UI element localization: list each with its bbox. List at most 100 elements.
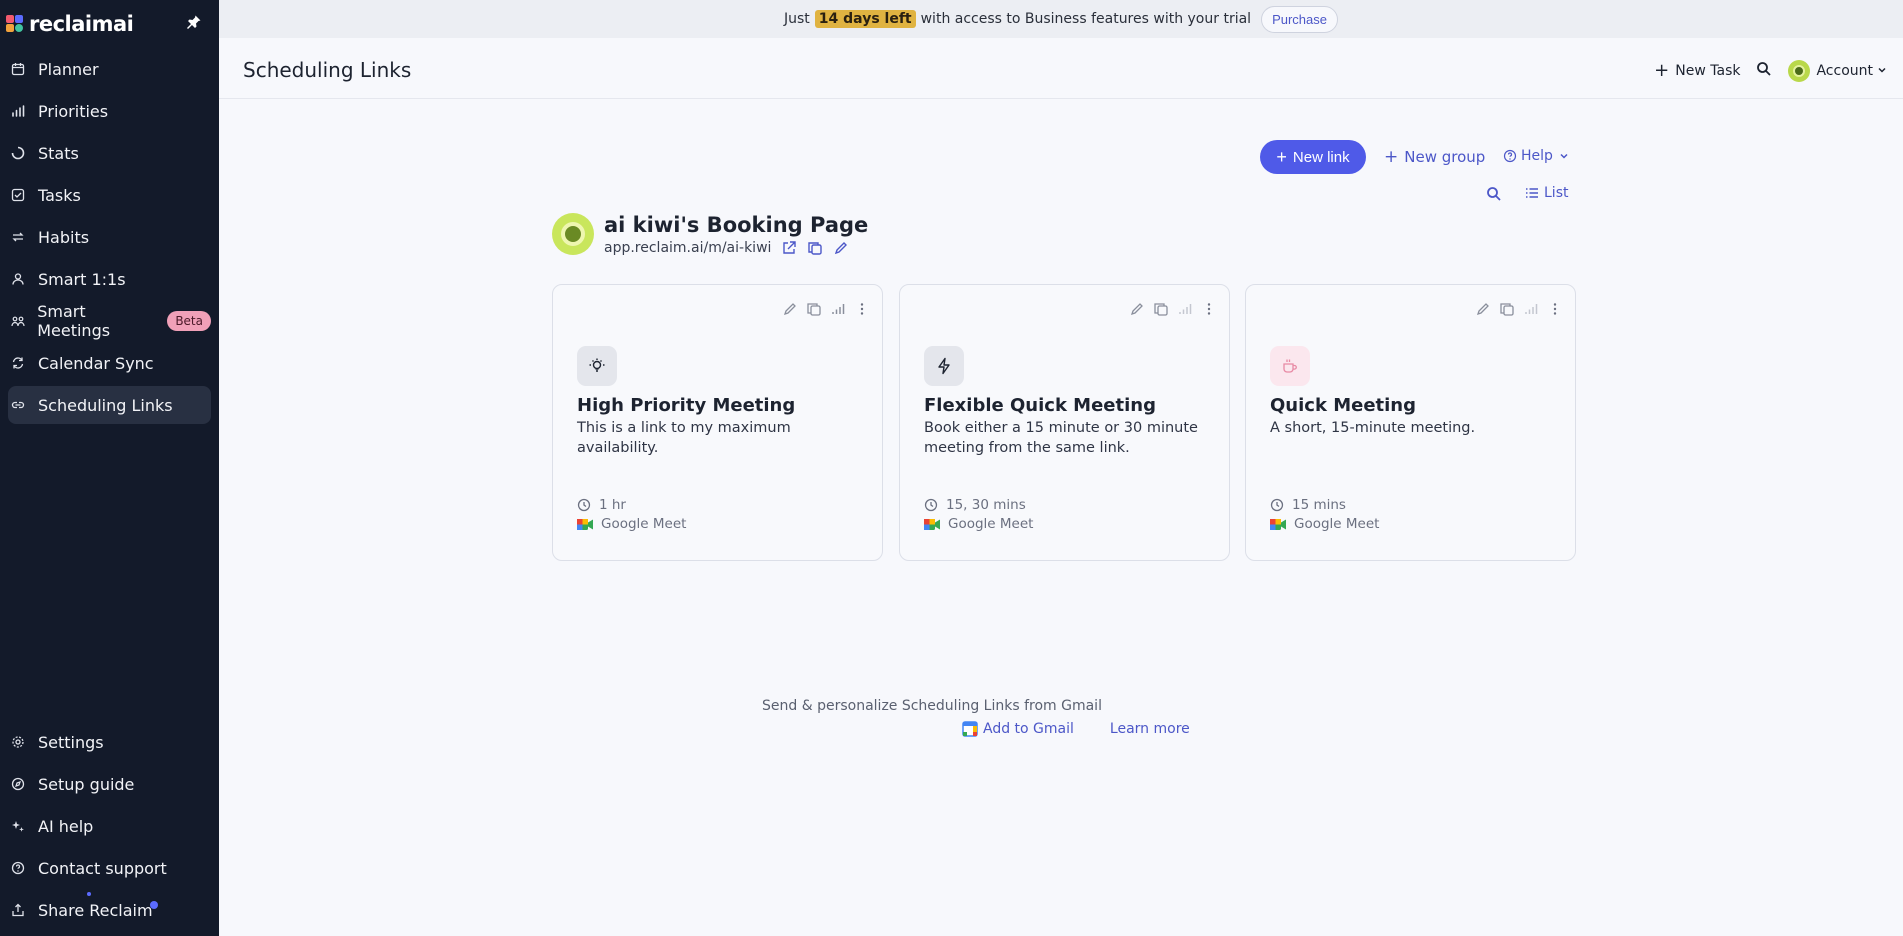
- external-link-icon[interactable]: [781, 240, 797, 256]
- new-task-label: New Task: [1675, 63, 1741, 79]
- edit-icon[interactable]: [1475, 301, 1491, 317]
- copy-icon[interactable]: [1153, 301, 1169, 317]
- card-description: Book either a 15 minute or 30 minute mee…: [924, 420, 1198, 456]
- plus-icon: +: [1276, 147, 1287, 167]
- group-icon: [10, 313, 25, 329]
- search-button[interactable]: [1756, 61, 1772, 81]
- bar-chart-icon: [10, 103, 26, 119]
- sidebar-nav: Planner Priorities Stats Tasks Habits Sm…: [0, 50, 219, 428]
- booking-url-row: app.reclaim.ai/m/ai-kiwi: [604, 240, 849, 256]
- plus-icon: +: [1384, 147, 1399, 167]
- more-options-icon[interactable]: [854, 301, 870, 317]
- sidebar-item-label: Settings: [38, 732, 104, 752]
- brand[interactable]: reclaimai: [6, 12, 134, 36]
- account-menu[interactable]: Account: [1788, 60, 1887, 82]
- sidebar-item-label: Stats: [38, 143, 79, 163]
- card-title: Quick Meeting: [1270, 395, 1416, 416]
- sidebar-item-contact-support[interactable]: Contact support: [8, 849, 211, 887]
- clock-icon: [577, 498, 591, 512]
- new-group-button[interactable]: + New group: [1384, 148, 1485, 166]
- trial-banner: Just 14 days left with access to Busines…: [219, 0, 1903, 38]
- google-calendar-icon: [962, 721, 978, 737]
- repeat-icon: [10, 229, 26, 245]
- gmail-promo-text: Send & personalize Scheduling Links from…: [762, 698, 1102, 714]
- search-icon: [1756, 61, 1772, 81]
- sidebar-item-label: AI help: [38, 816, 94, 836]
- card-duration: 15, 30 mins: [924, 497, 1026, 513]
- booking-url: app.reclaim.ai/m/ai-kiwi: [604, 240, 772, 256]
- sidebar-item-label: Smart Meetings: [37, 302, 111, 340]
- add-to-gmail-link[interactable]: Add to Gmail: [962, 721, 1092, 737]
- card-toolbar: [1121, 301, 1217, 317]
- sidebar-item-ai-help[interactable]: AI help: [8, 807, 211, 845]
- lightning-icon: [924, 346, 964, 386]
- sidebar-item-label: Tasks: [38, 185, 81, 205]
- checkbox-icon: [10, 187, 26, 203]
- clock-icon: [924, 498, 938, 512]
- new-link-button[interactable]: + New link: [1260, 140, 1366, 174]
- sidebar-item-scheduling-links[interactable]: Scheduling Links: [8, 386, 211, 424]
- card-duration: 15 mins: [1270, 497, 1346, 513]
- list-icon: [1525, 186, 1539, 200]
- sidebar-item-share-reclaim[interactable]: Share Reclaim: [8, 891, 211, 929]
- avatar: [1788, 60, 1811, 82]
- link-card-quick[interactable]: Quick Meeting A short, 15-minute meeting…: [1245, 284, 1576, 561]
- link-card-flexible-quick[interactable]: Flexible Quick Meeting Book either a 15 …: [899, 284, 1230, 561]
- link-card-high-priority[interactable]: High Priority Meeting This is a link to …: [552, 284, 883, 561]
- compass-icon: [10, 776, 26, 792]
- header-actions: + New Task Account: [1638, 60, 1887, 82]
- list-view-toggle[interactable]: List: [1525, 185, 1568, 201]
- platform-label: Google Meet: [948, 516, 1034, 532]
- banner-text-pre: Just: [784, 11, 810, 27]
- sidebar-item-smart-meetings[interactable]: Smart Meetings Beta: [8, 302, 211, 340]
- more-options-icon[interactable]: [1201, 301, 1217, 317]
- sidebar-item-tasks[interactable]: Tasks: [8, 176, 211, 214]
- edit-icon[interactable]: [782, 301, 798, 317]
- notification-dot: [150, 901, 158, 909]
- booking-avatar: [552, 213, 594, 255]
- stats-icon[interactable]: [1177, 301, 1193, 317]
- account-label: Account: [1816, 63, 1873, 79]
- sidebar-item-label: Contact support: [38, 858, 167, 878]
- help-menu[interactable]: Help: [1503, 148, 1569, 164]
- sidebar-item-habits[interactable]: Habits: [8, 218, 211, 256]
- link-icon: [10, 397, 26, 413]
- card-toolbar: [1467, 301, 1563, 317]
- copy-icon[interactable]: [807, 240, 823, 256]
- sidebar-item-label: Priorities: [38, 101, 109, 121]
- chevron-down-icon: [1559, 151, 1569, 161]
- copy-icon[interactable]: [1499, 301, 1515, 317]
- card-platform: Google Meet: [1270, 516, 1379, 532]
- purchase-button[interactable]: Purchase: [1261, 5, 1338, 33]
- card-title: Flexible Quick Meeting: [924, 395, 1156, 416]
- duration-label: 15, 30 mins: [946, 497, 1026, 513]
- pin-icon[interactable]: [186, 14, 202, 30]
- sidebar-item-label: Setup guide: [38, 774, 135, 794]
- google-meet-icon: [924, 518, 940, 531]
- edit-icon[interactable]: [1129, 301, 1145, 317]
- duration-label: 15 mins: [1292, 497, 1346, 513]
- sidebar-item-label: Scheduling Links: [38, 395, 173, 415]
- sidebar-item-stats[interactable]: Stats: [8, 134, 211, 172]
- sidebar-item-label: Share Reclaim: [38, 900, 153, 920]
- copy-icon[interactable]: [806, 301, 822, 317]
- sidebar-item-planner[interactable]: Planner: [8, 50, 211, 88]
- sidebar-item-smart-1-1s[interactable]: Smart 1:1s: [8, 260, 211, 298]
- edit-icon[interactable]: [833, 240, 849, 256]
- chevron-down-icon: [1877, 63, 1887, 79]
- more-options-icon[interactable]: [1547, 301, 1563, 317]
- new-task-button[interactable]: + New Task: [1654, 62, 1741, 80]
- brand-name: reclaimai: [29, 12, 134, 36]
- stats-icon[interactable]: [1523, 301, 1539, 317]
- stats-icon[interactable]: [830, 301, 846, 317]
- sidebar-item-calendar-sync[interactable]: Calendar Sync: [8, 344, 211, 382]
- gmail-promo-links: Add to Gmail Learn more: [962, 721, 1208, 737]
- search-links-icon[interactable]: [1486, 186, 1502, 202]
- sidebar-item-settings[interactable]: Settings: [8, 723, 211, 761]
- calendar-icon: [10, 61, 26, 77]
- sidebar-item-priorities[interactable]: Priorities: [8, 92, 211, 130]
- banner-text-post: with access to Business features with yo…: [920, 11, 1252, 27]
- sidebar-item-setup-guide[interactable]: Setup guide: [8, 765, 211, 803]
- platform-label: Google Meet: [1294, 516, 1380, 532]
- learn-more-link[interactable]: Learn more: [1110, 721, 1190, 737]
